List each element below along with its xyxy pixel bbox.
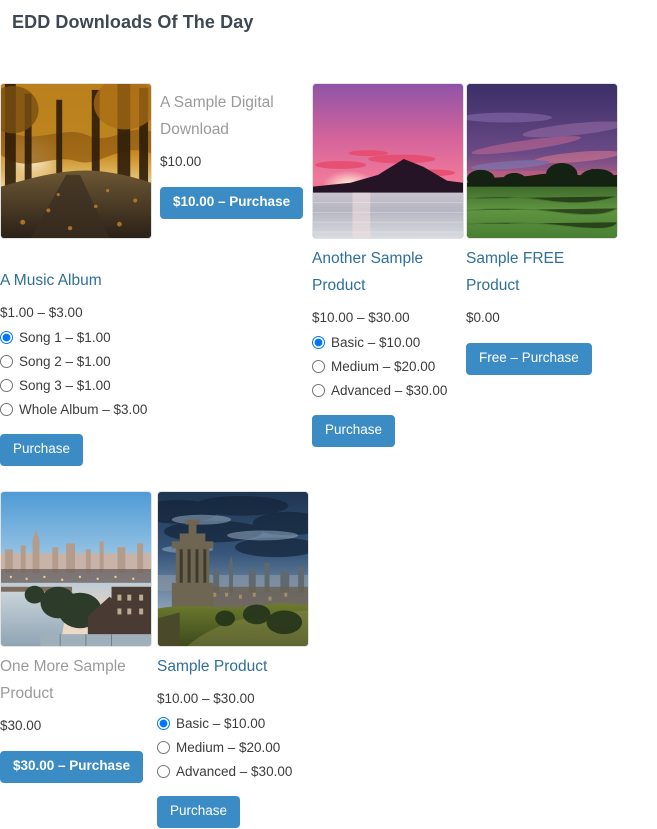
price-option-radio[interactable] (157, 716, 170, 730)
price-option-radio[interactable] (157, 764, 170, 778)
product-title-link[interactable]: A Sample Digital Download (160, 89, 320, 143)
product-image-river-city[interactable] (0, 491, 152, 647)
price-option[interactable]: Advanced – $30.00 (157, 760, 309, 784)
price-option-label: Advanced – $30.00 (176, 763, 293, 779)
product-title-link[interactable]: Another Sample Product (312, 245, 464, 299)
price-option-label: Basic – $10.00 (331, 334, 421, 350)
download-item-a-sample-digital-download-thumb (0, 83, 152, 239)
download-item-a-sample-digital-download: A Sample Digital Download $10.00 $10.00 … (160, 83, 320, 219)
purchase-button[interactable]: Purchase (312, 414, 396, 447)
price-option-label: Medium – $20.00 (331, 358, 436, 374)
product-image-autumn-road[interactable] (0, 83, 152, 239)
price-option[interactable]: Medium – $20.00 (312, 355, 464, 379)
price-option-label: Song 2 – $1.00 (19, 353, 111, 369)
product-price: $10.00 – $30.00 (157, 691, 255, 707)
product-title-link[interactable]: Sample Product (157, 653, 309, 680)
product-title-link[interactable]: Sample FREE Product (466, 245, 618, 299)
price-option[interactable]: Basic – $10.00 (312, 331, 464, 355)
product-price: $1.00 – $3.00 (0, 305, 83, 321)
price-option-radio[interactable] (0, 402, 13, 416)
price-options: Basic – $10.00 Medium – $20.00 Advanced … (312, 331, 464, 403)
price-option-label: Song 3 – $1.00 (19, 377, 111, 393)
product-price: $10.00 (160, 154, 202, 170)
price-option[interactable]: Basic – $10.00 (157, 712, 309, 736)
purchase-button[interactable]: Purchase (0, 433, 84, 466)
price-option-label: Basic – $10.00 (176, 715, 266, 731)
price-option-radio[interactable] (0, 378, 13, 392)
price-option[interactable]: Whole Album – $3.00 (0, 398, 152, 422)
product-image-purple-field[interactable] (466, 83, 618, 239)
price-option[interactable]: Song 3 – $1.00 (0, 374, 152, 398)
download-item-a-music-album: A Music Album $1.00 – $3.00 Song 1 – $1.… (0, 261, 152, 466)
purchase-button[interactable]: Purchase (157, 795, 241, 828)
price-option-radio[interactable] (312, 359, 325, 373)
product-title-link[interactable]: One More Sample Product (0, 653, 152, 707)
price-option-radio[interactable] (312, 335, 325, 349)
price-options: Song 1 – $1.00 Song 2 – $1.00 Song 3 – $… (0, 326, 152, 422)
price-option-label: Whole Album – $3.00 (19, 401, 148, 417)
price-option[interactable]: Song 2 – $1.00 (0, 350, 152, 374)
page-title: EDD Downloads Of The Day (12, 12, 254, 32)
download-item-sample-free-product: Sample FREE Product $0.00 Free – Purchas… (466, 83, 618, 375)
download-item-another-sample-product: Another Sample Product $10.00 – $30.00 B… (312, 83, 464, 447)
price-option[interactable]: Medium – $20.00 (157, 736, 309, 760)
product-image-calton-hill[interactable] (157, 491, 309, 647)
download-item-one-more-sample-product: One More Sample Product $30.00 $30.00 – … (0, 491, 152, 783)
price-option-label: Song 1 – $1.00 (19, 329, 111, 345)
product-image-pink-sunset-lake[interactable] (312, 83, 464, 239)
price-options: Basic – $10.00 Medium – $20.00 Advanced … (157, 712, 309, 784)
purchase-button[interactable]: Free – Purchase (466, 342, 592, 375)
price-option-radio[interactable] (312, 383, 325, 397)
price-option-radio[interactable] (0, 330, 13, 344)
product-title-link[interactable]: A Music Album (0, 267, 152, 294)
price-option[interactable]: Song 1 – $1.00 (0, 326, 152, 350)
purchase-button[interactable]: $10.00 – Purchase (160, 186, 304, 219)
price-option[interactable]: Advanced – $30.00 (312, 379, 464, 403)
product-price: $10.00 – $30.00 (312, 310, 410, 326)
price-option-radio[interactable] (157, 740, 170, 754)
price-option-label: Advanced – $30.00 (331, 382, 448, 398)
product-price: $0.00 (466, 310, 500, 326)
price-option-label: Medium – $20.00 (176, 739, 281, 755)
purchase-button[interactable]: $30.00 – Purchase (0, 750, 144, 783)
price-option-radio[interactable] (0, 354, 13, 368)
product-price: $30.00 (0, 718, 42, 734)
download-item-sample-product: Sample Product $10.00 – $30.00 Basic – $… (157, 491, 309, 828)
